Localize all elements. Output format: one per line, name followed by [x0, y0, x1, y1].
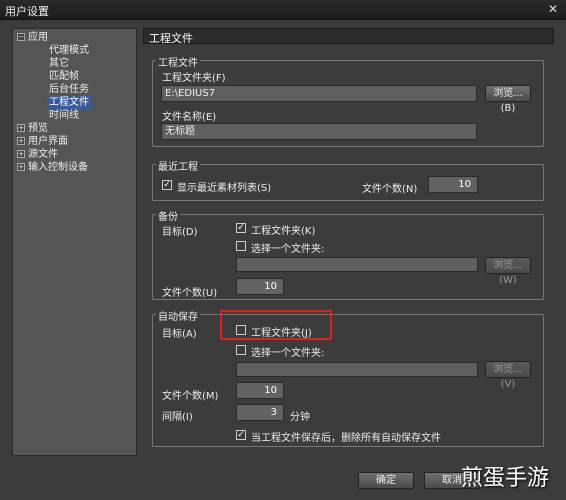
watermark-text: 煎蛋手游 — [461, 466, 550, 491]
backup-count-label: 文件个数(U) — [162, 288, 218, 299]
backup-target-label: 目标(D) — [162, 227, 198, 238]
recent-count-label: 文件个数(N) — [362, 184, 418, 195]
tree-item-other[interactable]: 其它 — [49, 57, 69, 70]
tree-item-proxy-mode[interactable]: 代理模式 — [49, 44, 89, 57]
project-file-group-title: 工程文件 — [156, 54, 200, 69]
tree-item-app[interactable]: − 应用 — [17, 31, 48, 44]
autosave-group-title: 自动保存 — [156, 308, 200, 323]
window-title: 用户设置 — [5, 5, 49, 18]
panel-header: 工程文件 — [143, 28, 554, 45]
expand-icon[interactable]: + — [17, 137, 25, 145]
backup-project-folder-checkbox[interactable]: ✓ — [236, 223, 246, 233]
browse-project-folder-button[interactable]: 浏览...(B) — [485, 85, 531, 114]
autosave-count-label: 文件个数(M) — [162, 391, 219, 402]
tree-item-label: 输入控制设备 — [28, 162, 88, 173]
recent-count-input[interactable]: 10 — [428, 176, 478, 193]
expand-icon[interactable]: + — [17, 124, 25, 132]
backup-choose-folder-label: 选择一个文件夹: — [251, 244, 325, 255]
tree-item-label: 预览 — [28, 123, 48, 134]
file-name-input[interactable]: 无标题 — [161, 123, 477, 140]
tree-item-match-frame[interactable]: 匹配帧 — [49, 70, 79, 83]
panel-title: 工程文件 — [149, 32, 193, 45]
ok-button[interactable]: 确定 — [358, 472, 414, 489]
backup-browse-button[interactable]: 浏览...(W) — [485, 257, 531, 286]
expand-icon[interactable]: + — [17, 150, 25, 158]
project-folder-label: 工程文件夹(F) — [162, 73, 226, 84]
show-recent-label: 显示最近素材列表(S) — [177, 183, 272, 194]
backup-choose-folder-checkbox[interactable] — [236, 241, 246, 251]
highlight-box — [220, 310, 332, 340]
autosave-browse-button[interactable]: 浏览...(V) — [485, 361, 531, 390]
project-folder-input[interactable]: E:\EDIUS7 — [161, 85, 477, 102]
backup-folder-input[interactable] — [236, 257, 478, 272]
collapse-icon[interactable]: − — [17, 33, 25, 41]
tree-item-label: 源文件 — [28, 149, 58, 160]
tree-item-label: 用户界面 — [28, 136, 68, 147]
autosave-delete-label: 当工程文件保存后，删除所有自动保存文件 — [251, 433, 441, 444]
backup-group-title: 备份 — [156, 208, 180, 223]
file-name-label: 文件名称(E) — [162, 112, 217, 123]
expand-icon[interactable]: + — [17, 163, 25, 171]
autosave-interval-label: 间隔(I) — [162, 412, 193, 423]
tree-item-timeline[interactable]: 时间线 — [49, 109, 79, 122]
autosave-count-input[interactable]: 10 — [236, 382, 284, 399]
tree-item-background-tasks[interactable]: 后台任务 — [49, 83, 89, 96]
tree-item-label: 应用 — [28, 32, 48, 43]
title-bar: 用户设置 ✕ — [0, 0, 566, 20]
autosave-group — [152, 314, 544, 447]
autosave-choose-folder-checkbox[interactable] — [236, 345, 246, 355]
autosave-folder-input[interactable] — [236, 362, 478, 377]
tree-item-preview[interactable]: + 预览 — [17, 122, 48, 135]
autosave-interval-input[interactable]: 3 — [236, 404, 284, 421]
autosave-choose-folder-label: 选择一个文件夹: — [251, 348, 325, 359]
tree-item-project-file[interactable]: 工程文件 — [47, 96, 91, 109]
backup-project-folder-label: 工程文件夹(K) — [251, 226, 316, 237]
autosave-delete-checkbox[interactable]: ✓ — [236, 430, 246, 440]
show-recent-checkbox[interactable]: ✓ — [162, 180, 172, 190]
close-icon[interactable]: ✕ — [545, 2, 561, 17]
backup-count-input[interactable]: 10 — [236, 278, 284, 295]
tree-item-input-devices[interactable]: + 输入控制设备 — [17, 161, 88, 174]
recent-projects-group-title: 最近工程 — [156, 158, 200, 173]
autosave-interval-unit: 分钟 — [290, 412, 310, 423]
tree-item-user-interface[interactable]: + 用户界面 — [17, 135, 68, 148]
tree-item-source-file[interactable]: + 源文件 — [17, 148, 58, 161]
settings-tree: − 应用 代理模式 其它 匹配帧 后台任务 工程文件 时间线 + 预览 + 用户界面 … — [12, 28, 137, 456]
autosave-target-label: 目标(A) — [162, 329, 197, 340]
